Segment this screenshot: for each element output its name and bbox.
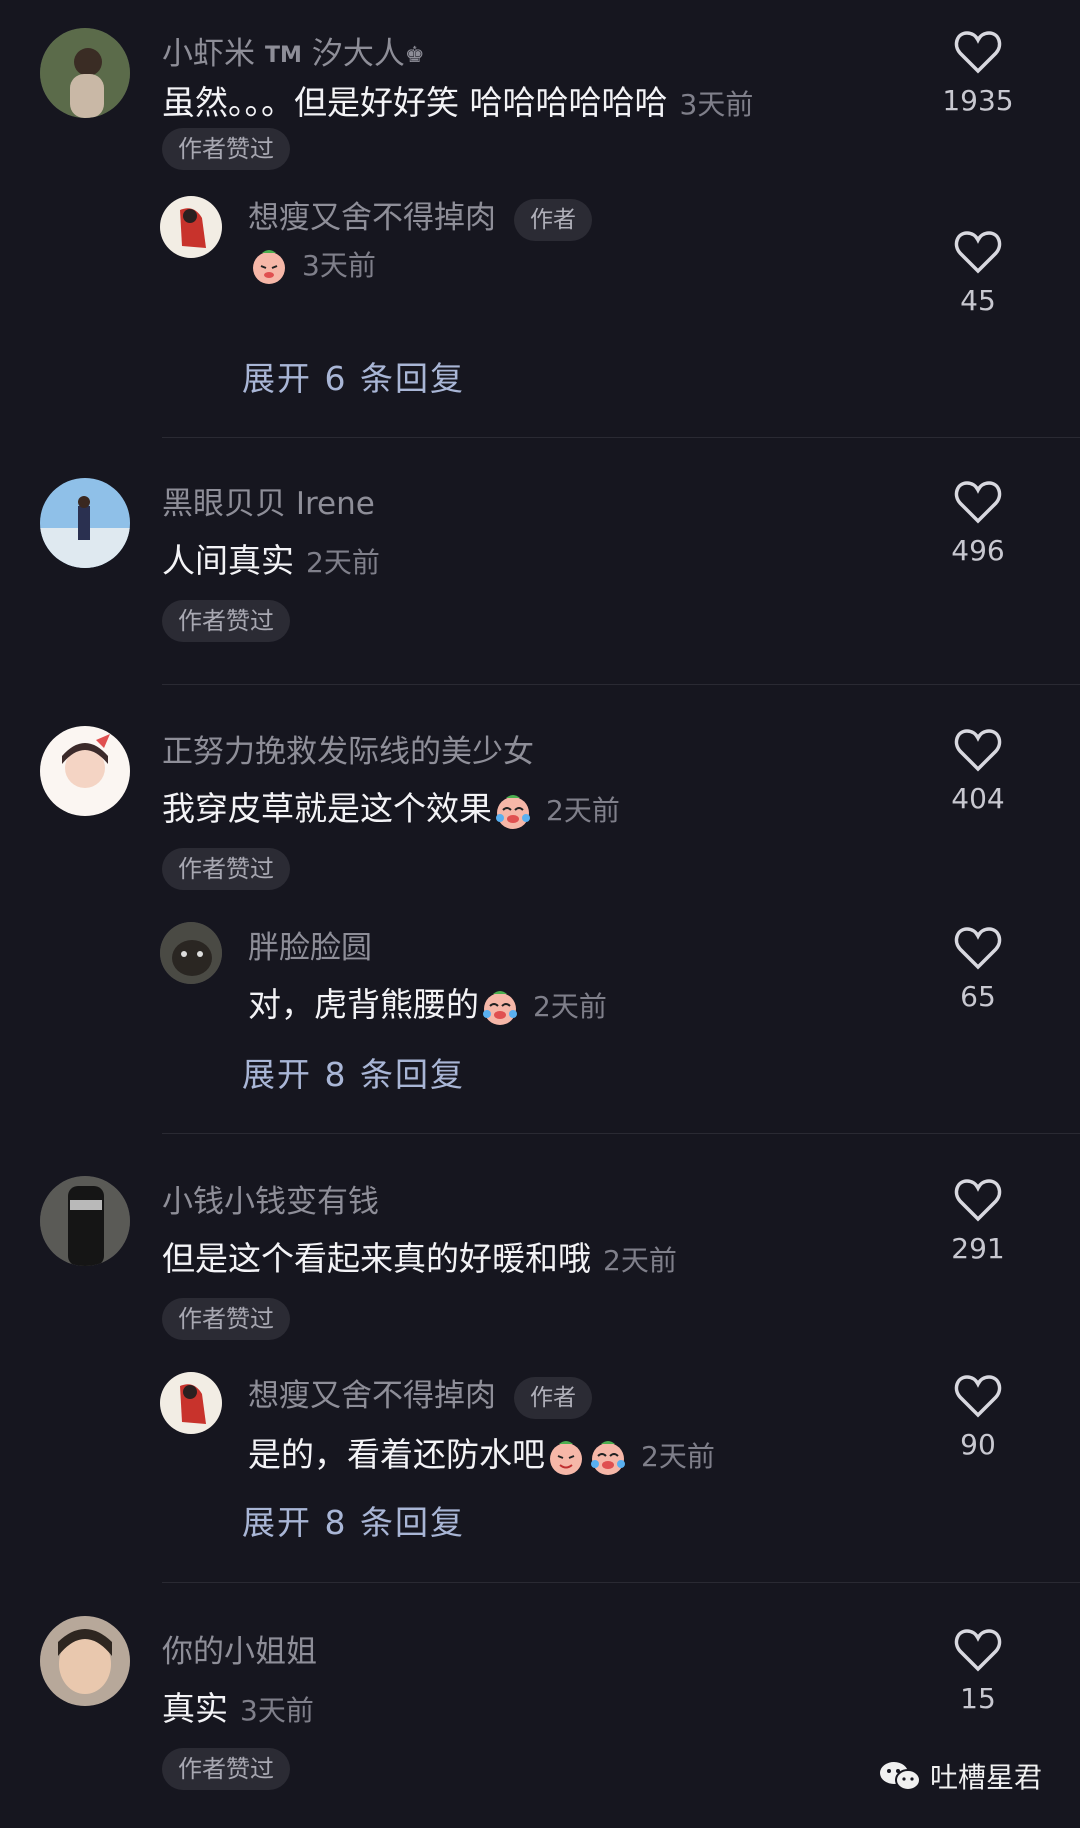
- crying-laughing-emoji-icon: [591, 1440, 625, 1475]
- like-count: 90: [960, 1428, 996, 1461]
- reply-body: 是的，看着还防水吧: [248, 1435, 545, 1474]
- emoji-icon: [550, 1440, 582, 1475]
- like-count: 1935: [942, 84, 1014, 117]
- heart-icon[interactable]: [954, 1628, 1002, 1672]
- comment-username[interactable]: 正努力挽救发际线的美少女: [162, 726, 534, 771]
- heart-icon[interactable]: [954, 1374, 1002, 1418]
- avatar[interactable]: [160, 922, 222, 984]
- username-suffix[interactable]: 汐大人: [312, 36, 405, 72]
- avatar[interactable]: [40, 28, 130, 118]
- comment-time: 3天前: [240, 1694, 314, 1727]
- comment-text: 人间真实 2天前: [162, 534, 380, 582]
- author-liked-badge: 作者赞过: [162, 1298, 290, 1340]
- heart-icon[interactable]: [954, 728, 1002, 772]
- author-liked-badge: 作者赞过: [162, 600, 290, 642]
- comment-username[interactable]: 小虾米 TM 汐大人♚: [162, 28, 425, 73]
- like-count: 496: [951, 534, 1005, 567]
- watermark-text: 吐槽星君: [929, 1761, 1042, 1794]
- author-tag: 作者: [514, 1376, 592, 1419]
- emoji-icon: [253, 249, 285, 284]
- avatar[interactable]: [40, 726, 130, 816]
- like-button[interactable]: 404: [918, 728, 1038, 815]
- reply-username[interactable]: 想瘦又舍不得掉肉 作者: [248, 1370, 592, 1419]
- avatar[interactable]: [40, 478, 130, 568]
- like-count: 45: [960, 284, 996, 317]
- like-count: 291: [951, 1232, 1005, 1265]
- like-button[interactable]: 291: [918, 1178, 1038, 1265]
- divider: [162, 437, 1080, 438]
- comment-body: 人间真实: [162, 541, 294, 580]
- comment-time: 3天前: [679, 88, 754, 121]
- like-button[interactable]: 45: [918, 230, 1038, 317]
- crying-laughing-emoji-icon: [483, 990, 517, 1025]
- reply-username[interactable]: 胖脸脸圆: [248, 922, 372, 967]
- author-tag: 作者: [514, 198, 592, 241]
- reply-text: 3天前: [248, 244, 376, 285]
- expand-replies-button[interactable]: 展开 6 条回复: [242, 352, 465, 400]
- reply-text: 是的，看着还防水吧 2天前: [248, 1428, 715, 1476]
- reply-text: 对，虎背熊腰的 2天前: [248, 978, 607, 1026]
- author-liked-badge: 作者赞过: [162, 128, 290, 170]
- heart-icon[interactable]: [954, 230, 1002, 274]
- like-button[interactable]: 1935: [918, 30, 1038, 117]
- comment-text: 我穿皮草就是这个效果 2天前: [162, 782, 620, 830]
- comment-body: 但是这个看起来真的好暖和哦: [162, 1239, 591, 1278]
- comment-body: 虽然。。。但是好好笑 哈哈哈哈哈哈: [162, 83, 668, 122]
- like-count: 15: [960, 1682, 996, 1715]
- wechat-icon: [879, 1762, 921, 1791]
- comment-body: 我穿皮草就是这个效果: [162, 789, 492, 828]
- reply-time: 2天前: [533, 990, 607, 1023]
- like-button[interactable]: 496: [918, 480, 1038, 567]
- heart-icon[interactable]: [954, 480, 1002, 524]
- divider: [162, 1582, 1080, 1583]
- heart-icon[interactable]: [954, 1178, 1002, 1222]
- expand-replies-button[interactable]: 展开 8 条回复: [242, 1048, 465, 1096]
- like-count: 65: [960, 980, 996, 1013]
- comment-body: 真实: [162, 1689, 228, 1728]
- comment-text: 但是这个看起来真的好暖和哦 2天前: [162, 1232, 677, 1280]
- author-liked-badge: 作者赞过: [162, 1748, 290, 1790]
- crown-icon: ♚: [404, 43, 425, 68]
- avatar[interactable]: [40, 1176, 130, 1266]
- reply-time: 2天前: [641, 1440, 715, 1473]
- username-text[interactable]: 小虾米: [162, 36, 255, 72]
- comment-username[interactable]: 黑眼贝贝 Irene: [162, 478, 375, 523]
- username-text[interactable]: 想瘦又舍不得掉肉: [248, 200, 496, 236]
- tm-mark: TM: [265, 43, 302, 68]
- comment-time: 2天前: [603, 1244, 677, 1277]
- expand-replies-button[interactable]: 展开 8 条回复: [242, 1496, 465, 1544]
- comment-text: 真实 3天前: [162, 1682, 314, 1730]
- like-button[interactable]: 90: [918, 1374, 1038, 1461]
- like-button[interactable]: 15: [918, 1628, 1038, 1715]
- heart-icon[interactable]: [954, 926, 1002, 970]
- like-count: 404: [951, 782, 1005, 815]
- avatar[interactable]: [160, 196, 222, 258]
- avatar[interactable]: [40, 1616, 130, 1706]
- author-liked-badge: 作者赞过: [162, 848, 290, 890]
- comment-username[interactable]: 小钱小钱变有钱: [162, 1176, 379, 1221]
- reply-username[interactable]: 想瘦又舍不得掉肉 作者: [248, 192, 592, 241]
- heart-icon[interactable]: [954, 30, 1002, 74]
- crying-laughing-emoji-icon: [496, 794, 530, 829]
- reply-body: 对，虎背熊腰的: [248, 985, 479, 1024]
- comment-time: 2天前: [306, 546, 380, 579]
- comment-username[interactable]: 你的小姐姐: [162, 1626, 317, 1671]
- divider: [162, 1133, 1080, 1134]
- like-button[interactable]: 65: [918, 926, 1038, 1013]
- divider: [162, 684, 1080, 685]
- comment-text: 虽然。。。但是好好笑 哈哈哈哈哈哈 3天前: [162, 76, 753, 124]
- username-text[interactable]: 想瘦又舍不得掉肉: [248, 1378, 496, 1414]
- comment-time: 2天前: [546, 794, 620, 827]
- avatar[interactable]: [160, 1372, 222, 1434]
- reply-time: 3天前: [302, 249, 376, 282]
- watermark: 吐槽星君: [878, 1756, 1042, 1796]
